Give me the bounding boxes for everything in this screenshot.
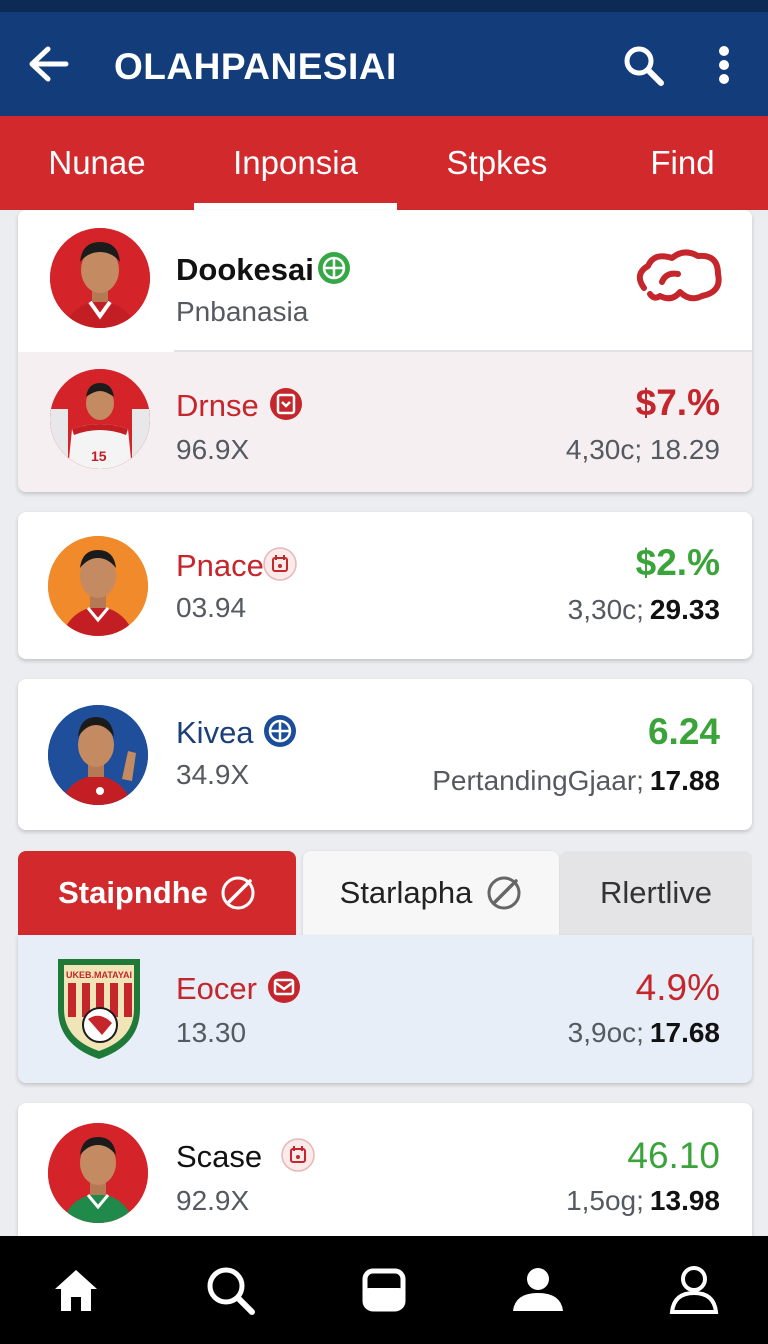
avatar [48, 705, 148, 805]
item-stats-label: 1,5og; [566, 1185, 644, 1216]
item-name: Eocer [176, 971, 257, 1006]
item-percentage: 46.10 [627, 1135, 720, 1176]
avatar [48, 1123, 148, 1223]
club-crest-logo: UKEB.MATAYAI [58, 959, 140, 1059]
item-stats-value: 17.68 [649, 1017, 720, 1048]
item-percentage: 4.9% [635, 967, 720, 1008]
nav-window[interactable] [354, 1260, 414, 1320]
mail-badge-icon [268, 971, 300, 1003]
compass-icon [487, 876, 521, 910]
segment-label: Staipndhe [58, 875, 208, 910]
tab-find[interactable]: Find [597, 116, 768, 210]
home-icon [55, 1270, 97, 1311]
card-title: Dookesai [176, 252, 314, 287]
search-icon [624, 46, 664, 86]
more-options-button[interactable] [704, 40, 744, 90]
segment-staipndhe[interactable]: Staipndhe [18, 851, 296, 935]
item-name: Pnace [176, 548, 264, 583]
nav-search[interactable] [200, 1260, 260, 1320]
item-stats-label: 3,30c; [567, 594, 644, 625]
list-item[interactable]: Kivea 34.9X 6.24 PertandingGjaar; 17.88 [18, 679, 752, 830]
back-button[interactable] [24, 42, 72, 86]
avatar [48, 536, 148, 636]
arrow-left-icon [29, 46, 69, 82]
tab-indicator [194, 203, 397, 210]
item-percentage: 6.24 [647, 711, 720, 752]
item-stats: 3,9oc; 17.68 [568, 1017, 720, 1049]
nav-account[interactable] [664, 1260, 724, 1320]
segmented-control: Staipndhe Starlapha Rlertlive [18, 851, 752, 935]
segment-label: Rlertlive [600, 875, 712, 910]
item-subvalue: 03.94 [176, 592, 247, 623]
item-stats-value: 17.88 [649, 765, 720, 796]
item-stats: PertandingGjaar; 17.88 [432, 765, 720, 797]
compass-icon [221, 876, 255, 910]
item-subvalue: 34.9X [176, 759, 250, 790]
featured-card[interactable]: Dookesai Pnbanasia 15 Drnse 96.9X $7.% 4… [18, 210, 752, 492]
avatar [50, 228, 150, 328]
tab-nunae[interactable]: Nunae [0, 116, 194, 210]
card-subtitle: Pnbanasia [176, 296, 309, 327]
person-outline-icon [669, 1266, 719, 1314]
cloud-logo-icon[interactable] [632, 244, 724, 308]
tab-bar: Nunae Inponsia Stpkes Find [0, 116, 768, 210]
item-stats-label: PertandingGjaar; [432, 765, 644, 796]
segment-label: Starlapha [339, 875, 473, 910]
item-percentage: $2.% [635, 542, 720, 583]
svg-text:15: 15 [91, 448, 107, 464]
tab-inponsia[interactable]: Inponsia [194, 116, 397, 210]
app-title: OLAHPANESIAI [114, 46, 397, 87]
item-subvalue: 13.30 [176, 1017, 247, 1048]
tab-stpkes[interactable]: Stpkes [397, 116, 597, 210]
search-button[interactable] [618, 40, 668, 90]
search-icon [207, 1267, 255, 1315]
list-item[interactable]: Pnace 03.94 $2.% 3,30c; 29.33 [18, 512, 752, 659]
calendar-badge-icon [281, 1138, 315, 1172]
item-percentage: $7.% [635, 382, 720, 423]
window-icon [362, 1268, 406, 1312]
status-bar [0, 0, 768, 12]
item-name: Scase [176, 1139, 263, 1174]
item-stats-label: 3,9oc; [567, 1017, 644, 1048]
shield-badge-icon [270, 388, 302, 420]
card-header-row[interactable]: Dookesai Pnbanasia [18, 210, 752, 351]
nav-home[interactable] [46, 1260, 106, 1320]
item-name: Drnse [176, 388, 259, 423]
globe-icon [318, 252, 350, 284]
app-bar: OLAHPANESIAI [0, 12, 768, 116]
item-stats-value: 29.33 [649, 594, 720, 625]
svg-text:UKEB.MATAYAI: UKEB.MATAYAI [66, 970, 132, 980]
globe-badge-icon [264, 715, 296, 747]
item-name: Kivea [176, 715, 254, 750]
calendar-badge-icon [263, 547, 297, 581]
nav-profile[interactable] [508, 1260, 568, 1320]
item-stats: 4,30c; 18.29 [565, 434, 720, 465]
more-vertical-icon [719, 46, 729, 84]
item-subvalue: 96.9X [176, 434, 250, 465]
bottom-navigation [0, 1236, 768, 1344]
avatar: 15 [50, 369, 150, 469]
list-item[interactable]: UKEB.MATAYAI Eocer 13.30 4.9% 3,9oc; 17.6… [18, 935, 752, 1083]
item-stats-value: 13.98 [649, 1185, 720, 1216]
item-stats: 1,5og; 13.98 [566, 1185, 720, 1217]
segment-rlertlive[interactable]: Rlertlive [560, 851, 752, 935]
item-subvalue: 92.9X [176, 1185, 250, 1216]
item-stats: 3,30c; 29.33 [568, 594, 720, 626]
list-item[interactable]: 15 Drnse 96.9X $7.% 4,30c; 18.29 [18, 352, 752, 492]
person-icon [513, 1268, 563, 1311]
segment-starlapha[interactable]: Starlapha [303, 851, 559, 935]
